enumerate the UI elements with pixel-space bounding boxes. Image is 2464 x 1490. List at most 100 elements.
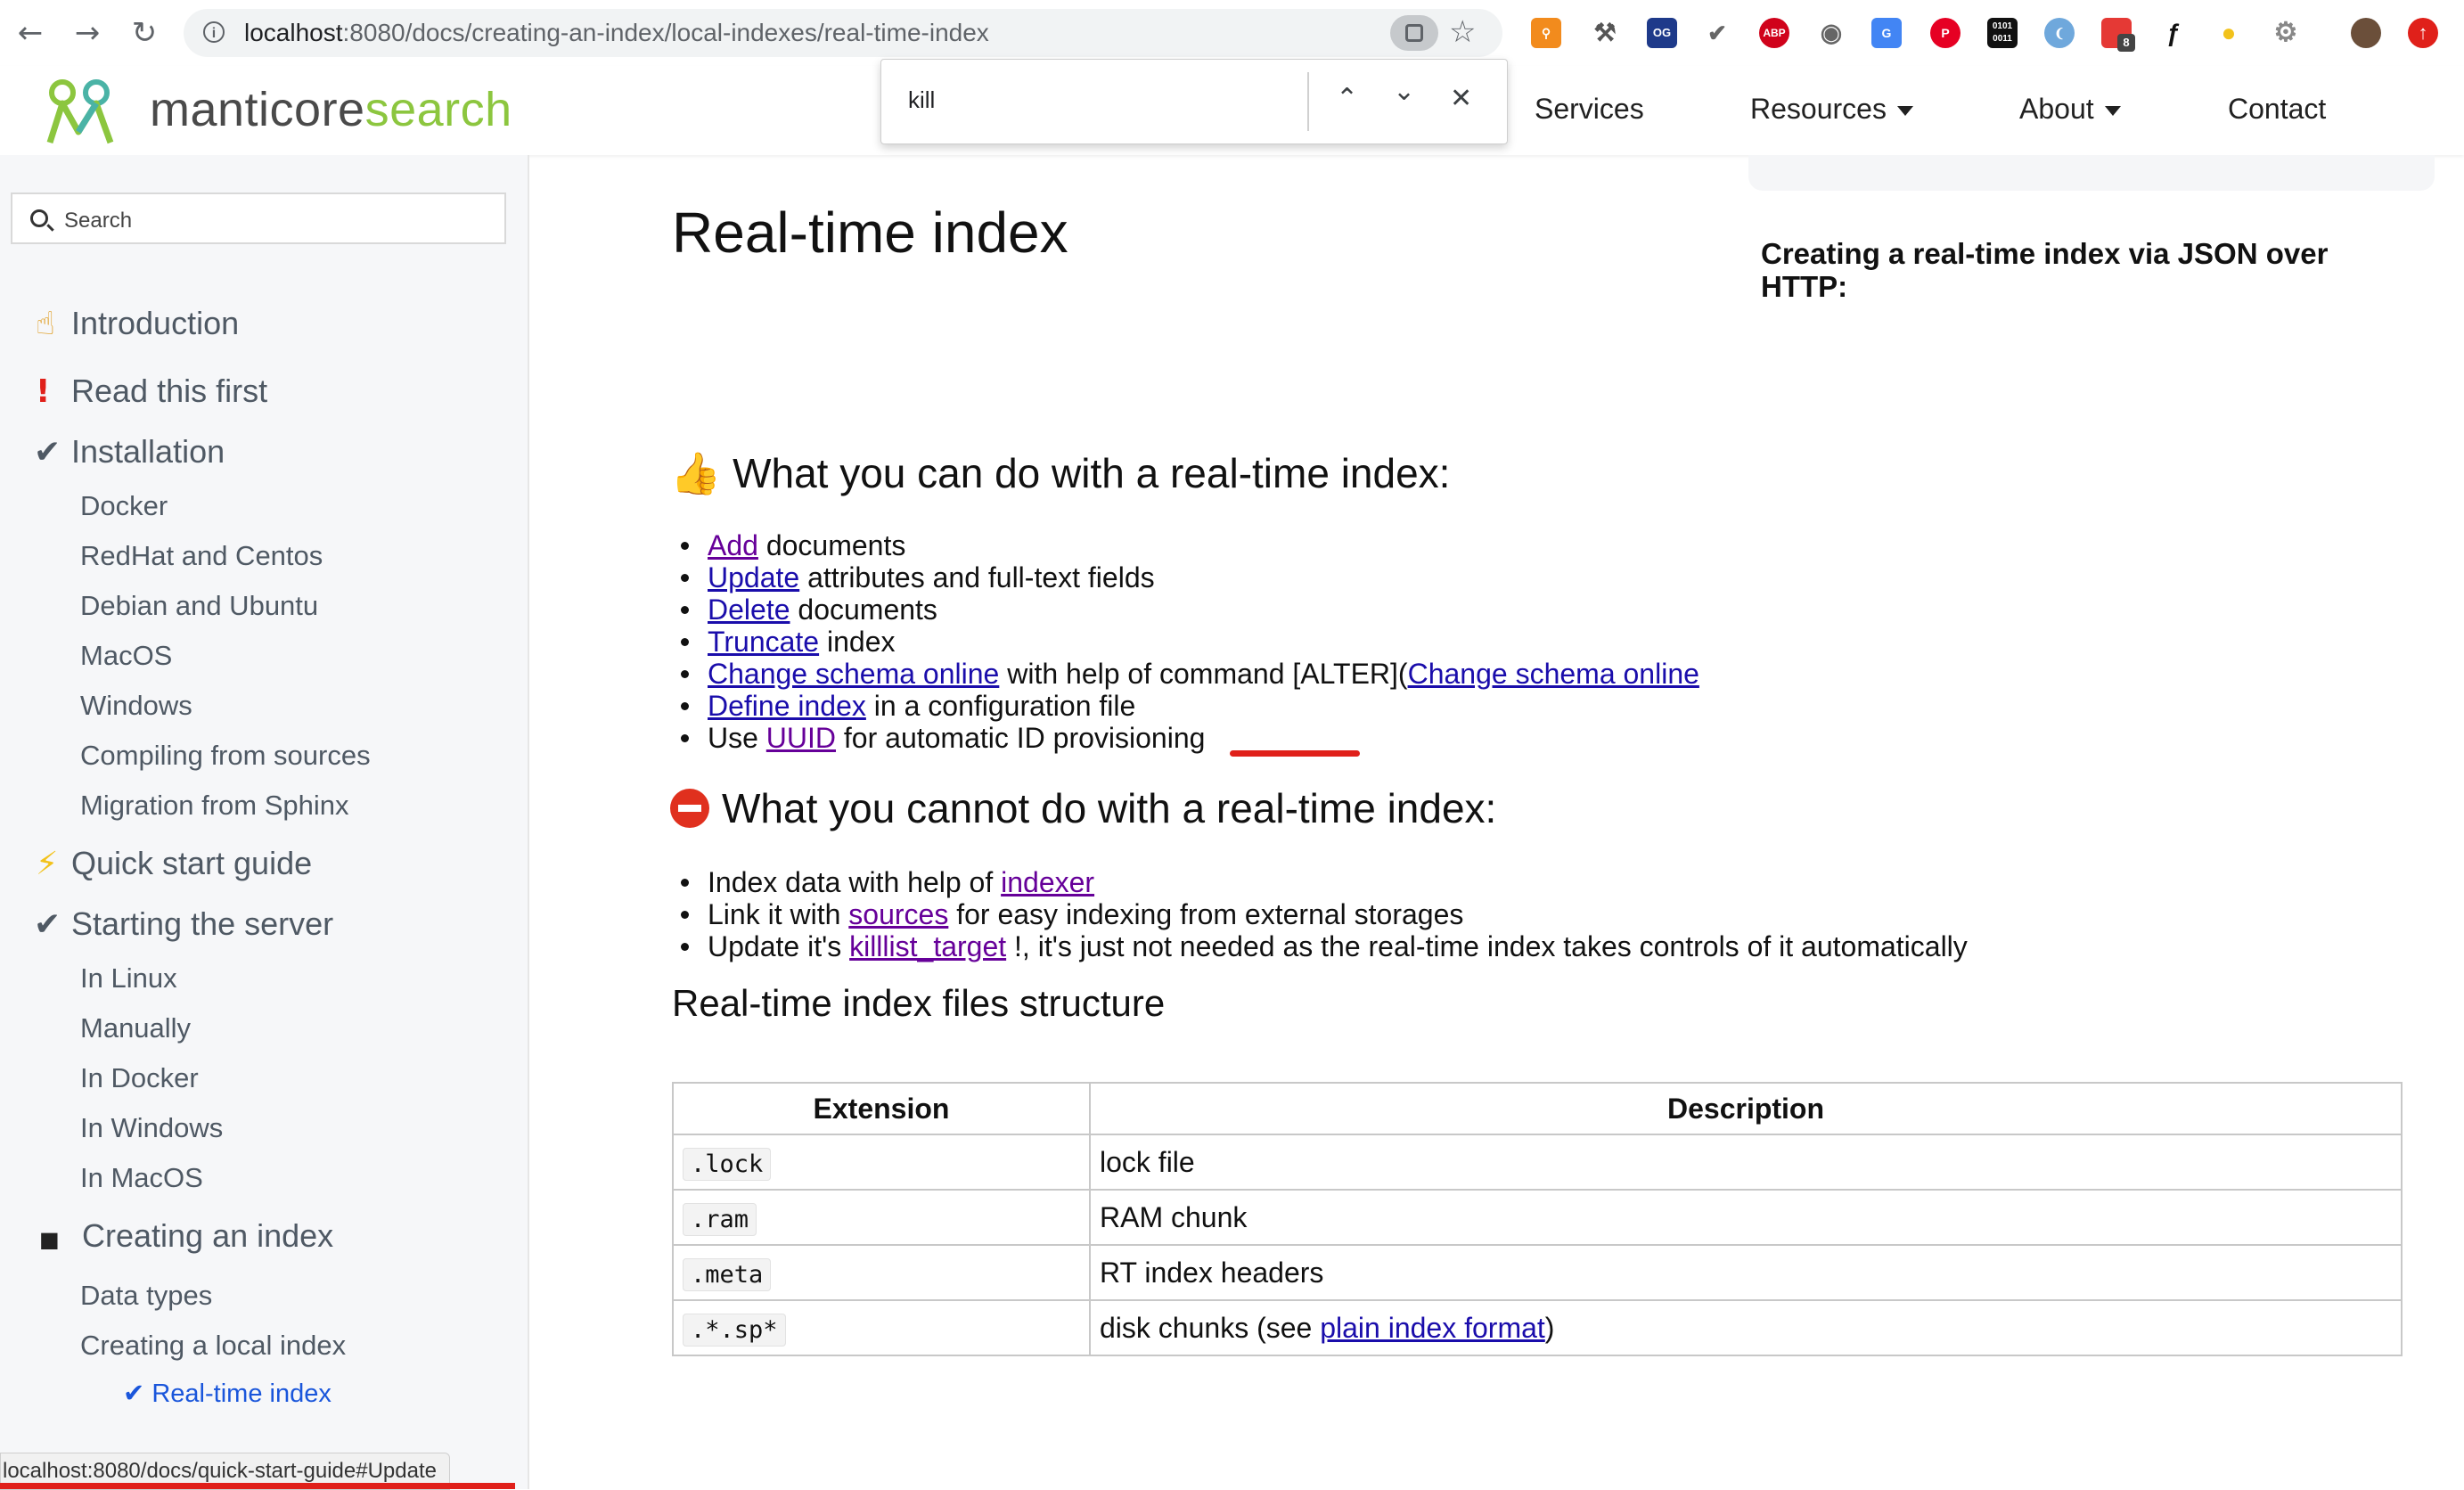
sidebar-item-manually[interactable]: Manually: [80, 1012, 191, 1044]
sidebar-item-data-types[interactable]: Data types: [80, 1280, 212, 1312]
extension-gear-icon[interactable]: ⚙: [2271, 18, 2301, 48]
sidebar-item-in-docker[interactable]: In Docker: [80, 1062, 199, 1094]
manticore-logo-icon[interactable]: [43, 78, 141, 146]
sidebar-item-creating-index[interactable]: ■ Creating an index: [39, 1217, 333, 1255]
main-content: Real-time index Creating a real-time ind…: [528, 155, 2464, 1489]
uuid-link[interactable]: UUID: [766, 722, 836, 754]
nav-contact[interactable]: Contact: [2228, 93, 2326, 126]
docs-sidebar: Search ☝ Introduction ! Read this first ✔ I…: [0, 155, 529, 1489]
table-row: .meta RT index headers: [672, 1244, 2403, 1301]
sidebar-search-input[interactable]: Search: [11, 192, 506, 244]
caret-down-icon: [1896, 106, 1913, 117]
list-item: Update it's killlist_target !, it's just…: [679, 930, 1968, 962]
back-icon[interactable]: ←: [12, 15, 48, 51]
list-item: Link it with sources for easy indexing f…: [679, 898, 1968, 930]
extension-binary-icon[interactable]: 0101 0011: [1987, 18, 2018, 48]
list-item: Truncate index: [679, 626, 1699, 658]
extension-og-icon[interactable]: OG: [1647, 18, 1677, 48]
sidebar-item-macos[interactable]: MacOS: [80, 640, 172, 672]
sidebar-item-windows[interactable]: Windows: [80, 690, 192, 722]
nav-services[interactable]: Services: [1535, 93, 1644, 126]
extension-adblock-icon[interactable]: ABP: [1759, 18, 1789, 48]
delete-link[interactable]: Delete: [708, 594, 790, 626]
description-cell: lock file: [1089, 1134, 2403, 1191]
files-structure-heading: Real-time index files structure: [672, 982, 1166, 1024]
extension-pinterest-icon[interactable]: P: [1930, 18, 1961, 48]
sidebar-item-starting-server[interactable]: ✔ Starting the server: [34, 905, 333, 943]
can-do-list: Add documents Update attributes and full…: [679, 529, 1699, 754]
list-item: Update attributes and full-text fields: [679, 561, 1699, 594]
table-header-row: Extension Description: [672, 1082, 2403, 1135]
sidebar-item-quick-start[interactable]: ⚡ Quick start guide: [36, 845, 312, 882]
site-logo[interactable]: manticoresearch: [150, 82, 512, 137]
annotation-underline: [1230, 750, 1360, 757]
extension-code: .*.sp*: [683, 1313, 786, 1347]
extension-chick-icon[interactable]: ●: [2214, 18, 2244, 48]
update-arrow-icon[interactable]: ↑: [2408, 18, 2438, 48]
find-close-icon[interactable]: ✕: [1450, 83, 1472, 114]
truncate-link[interactable]: Truncate: [708, 626, 819, 658]
sidebar-item-in-linux[interactable]: In Linux: [80, 962, 177, 995]
sidebar-item-docker[interactable]: Docker: [80, 490, 168, 522]
sidebar-item-real-time-index[interactable]: ✔ Real-time index: [123, 1378, 332, 1403]
profile-avatar[interactable]: [2351, 18, 2381, 48]
can-do-heading: 👍 What you can do with a real-time index…: [670, 449, 1451, 497]
status-bar-highlight: [0, 1483, 515, 1489]
url-path: :8080/docs/creating-an-index/local-index…: [342, 19, 989, 46]
indexer-link[interactable]: indexer: [1001, 866, 1094, 898]
extension-badge-icon[interactable]: 8: [2101, 18, 2135, 52]
find-input[interactable]: kill: [908, 86, 935, 114]
extension-translate-icon[interactable]: G: [1871, 18, 1902, 48]
table-row: .*.sp* disk chunks (see plain index form…: [672, 1299, 2403, 1356]
toc-heading[interactable]: Creating a real-time index via JSON over…: [1761, 237, 2367, 303]
site-info-icon[interactable]: i: [203, 21, 225, 43]
sidebar-item-redhat[interactable]: RedHat and Centos: [80, 540, 323, 572]
find-next-icon[interactable]: ⌄: [1393, 76, 1415, 107]
extension-tool-icon[interactable]: ⚒: [1590, 18, 1620, 48]
extension-orange-icon[interactable]: ⚲: [1531, 18, 1561, 48]
forward-icon[interactable]: →: [70, 15, 105, 51]
sidebar-item-read-this-first[interactable]: ! Read this first: [36, 372, 267, 410]
list-item: Add documents: [679, 529, 1699, 561]
search-icon: [30, 209, 48, 227]
reload-icon[interactable]: ↻: [127, 15, 162, 51]
change-schema-link-2[interactable]: Change schema online: [1408, 658, 1699, 690]
sidebar-item-introduction[interactable]: ☝ Introduction: [36, 305, 239, 342]
column-header-extension: Extension: [672, 1082, 1091, 1135]
toc-panel: [1748, 155, 2435, 191]
find-previous-icon[interactable]: ⌃: [1336, 83, 1358, 114]
address-bar[interactable]: i localhost:8080/docs/creating-an-index/…: [184, 9, 1502, 57]
sidebar-item-creating-local-index[interactable]: Creating a local index: [80, 1330, 346, 1362]
define-index-link[interactable]: Define index: [708, 690, 866, 722]
list-item: Index data with help of indexer: [679, 866, 1968, 898]
plain-index-format-link[interactable]: plain index format: [1320, 1312, 1545, 1344]
sources-link[interactable]: sources: [848, 898, 948, 930]
sidebar-item-in-windows[interactable]: In Windows: [80, 1112, 223, 1144]
nav-resources[interactable]: Resources: [1750, 93, 1913, 126]
url-host: localhost: [244, 19, 343, 46]
bookmark-star-icon[interactable]: ☆: [1449, 14, 1476, 50]
add-link[interactable]: Add: [708, 529, 758, 561]
sidebar-item-installation[interactable]: ✔ Installation: [34, 433, 225, 471]
page-title: Real-time index: [672, 201, 1068, 265]
sidebar-item-migration[interactable]: Migration from Sphinx: [80, 790, 349, 822]
find-in-page-icon[interactable]: [1390, 15, 1438, 51]
list-item: Define index in a configuration file: [679, 690, 1699, 722]
list-item: Delete documents: [679, 594, 1699, 626]
extension-circle-icon[interactable]: ❨: [2044, 18, 2075, 48]
extension-check-icon[interactable]: ✔: [1702, 18, 1732, 48]
update-link[interactable]: Update: [708, 561, 799, 594]
caret-down-icon: [2104, 106, 2121, 117]
sidebar-item-debian[interactable]: Debian and Ubuntu: [80, 590, 318, 622]
killlist-target-link[interactable]: killlist_target: [849, 930, 1006, 962]
extension-camera-icon[interactable]: ◉: [1816, 18, 1846, 48]
nav-about[interactable]: About: [2019, 93, 2121, 126]
thumbs-up-icon: 👍: [670, 449, 722, 497]
sidebar-item-in-macos[interactable]: In MacOS: [80, 1162, 203, 1194]
extension-flash-icon[interactable]: ƒ: [2158, 18, 2189, 48]
change-schema-link[interactable]: Change schema online: [708, 658, 999, 690]
no-entry-icon: [670, 789, 709, 828]
description-cell: RAM chunk: [1089, 1189, 2403, 1246]
sidebar-item-compiling[interactable]: Compiling from sources: [80, 740, 371, 772]
checkmark-icon: ✔: [34, 906, 61, 943]
